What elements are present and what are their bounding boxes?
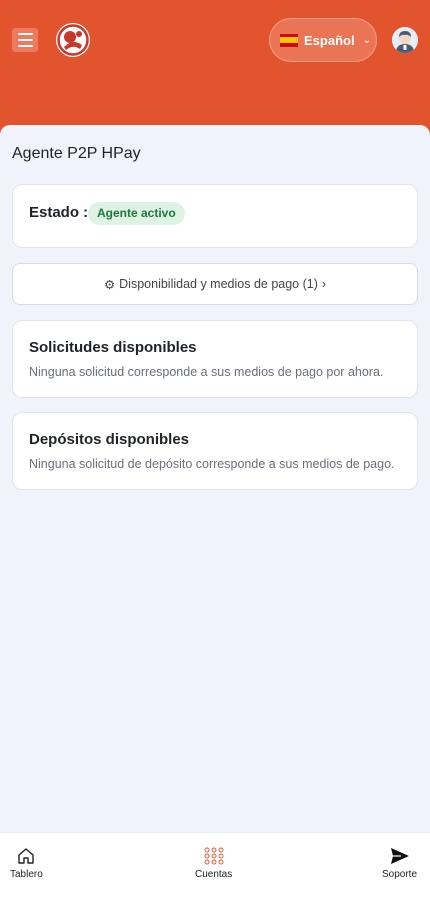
hamburger-menu-button[interactable] — [12, 28, 38, 52]
send-icon — [390, 848, 409, 864]
brand-logo[interactable] — [55, 22, 91, 58]
gear-icon: ⚙ — [103, 277, 116, 292]
page-title: Agente P2P HPay — [12, 145, 141, 162]
menu-line — [17, 33, 33, 35]
language-selector[interactable]: Español ⌄ — [269, 18, 377, 62]
status-label: Estado : — [29, 204, 89, 221]
availability-payment-methods-button[interactable]: ⚙ Disponibilidad y medios de pago (1) › — [12, 263, 418, 305]
nav-label: Soporte — [382, 869, 418, 880]
nav-item-cuentas[interactable]: Cuentas — [195, 847, 232, 880]
chevron-right-icon: › — [321, 277, 327, 291]
deposits-card: Depósitos disponibles Ninguna solicitud … — [12, 412, 418, 490]
bottom-navigation: Tablero Cuentas Soporte — [0, 832, 430, 900]
home-icon — [18, 848, 35, 864]
deposits-title: Depósitos disponibles — [29, 431, 190, 448]
grid-icon — [204, 847, 224, 865]
status-badge: Agente activo — [88, 202, 185, 225]
status-card: Estado : Agente activo — [12, 184, 418, 248]
requests-card: Solicitudes disponibles Ninguna solicitu… — [12, 320, 418, 398]
requests-title: Solicitudes disponibles — [29, 339, 197, 356]
spain-flag-icon — [280, 33, 298, 47]
requests-empty-message: Ninguna solicitud corresponde a sus medi… — [29, 365, 384, 379]
nav-label: Tablero — [10, 869, 43, 880]
menu-line — [17, 45, 33, 47]
app-header: Español ⌄ — [0, 0, 430, 140]
availability-label: Disponibilidad y medios de pago (1) — [119, 277, 318, 291]
nav-item-tablero[interactable]: Tablero — [10, 847, 43, 880]
user-avatar[interactable] — [392, 27, 418, 53]
menu-line — [17, 39, 33, 41]
nav-item-soporte[interactable]: Soporte — [382, 847, 417, 880]
language-label: Español — [304, 32, 355, 48]
deposits-empty-message: Ninguna solicitud de depósito correspond… — [29, 457, 395, 471]
main-content: Agente P2P HPay Estado : Agente activo ⚙… — [0, 125, 430, 832]
chevron-down-icon: ⌄ — [362, 34, 371, 46]
nav-label: Cuentas — [195, 869, 233, 880]
